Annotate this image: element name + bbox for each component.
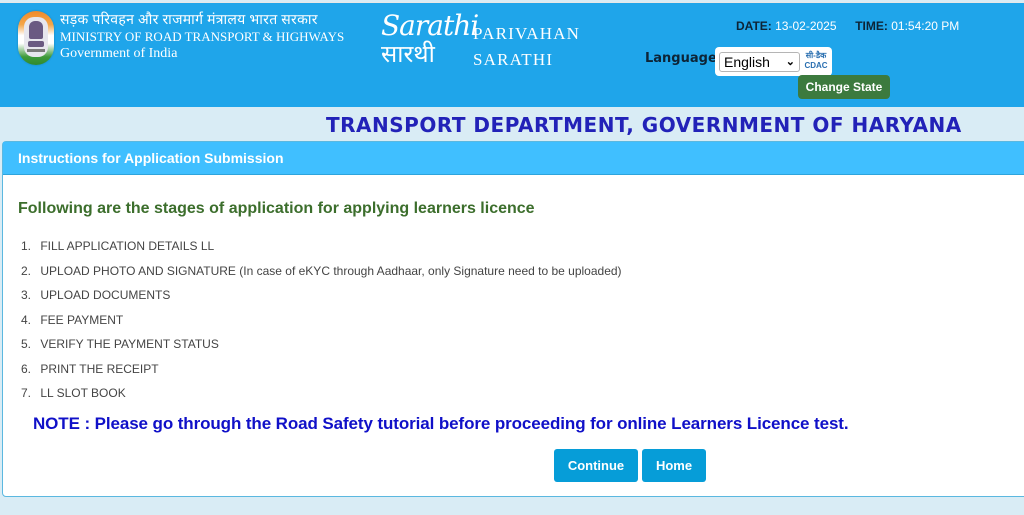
app-name-line1: PARIVAHAN <box>473 24 581 43</box>
stages-title: Following are the stages of application … <box>18 200 535 217</box>
date-time: DATE: 13-02-2025 TIME: 01:54:20 PM <box>736 19 959 33</box>
change-state-button[interactable]: Change State <box>798 75 890 99</box>
stage-item: 1. FILL APPLICATION DETAILS LL <box>21 239 215 253</box>
ministry-hindi: सड़क परिवहन और राजमार्ग मंत्रालय भारत सर… <box>60 13 318 28</box>
ministry-english: MINISTRY OF ROAD TRANSPORT & HIGHWAYS <box>60 29 345 44</box>
language-label: Language: <box>645 51 722 66</box>
home-button[interactable]: Home <box>642 449 706 482</box>
panel-heading: Instructions for Application Submission <box>3 142 1024 175</box>
stage-item: 4. FEE PAYMENT <box>21 312 124 327</box>
sarathi-logo-english: Sarathi <box>381 9 479 42</box>
language-box: English ⌄ सी-डैक CDAC <box>715 47 832 76</box>
time-value: 01:54:20 PM <box>891 19 960 33</box>
cdac-english: CDAC <box>804 61 828 70</box>
app-name: PARIVAHAN SARATHI <box>473 21 580 73</box>
language-select[interactable]: English ⌄ <box>719 52 800 72</box>
chevron-down-icon: ⌄ <box>785 56 795 68</box>
site-header: सड़क परिवहन और राजमार्ग मंत्रालय भारत सर… <box>0 2 1024 107</box>
cdac-logo-icon: सी-डैक CDAC <box>802 51 830 73</box>
ministry-block: सड़क परिवहन और राजमार्ग मंत्रालय भारत सर… <box>60 12 344 63</box>
language-selected: English <box>724 54 770 70</box>
continue-button[interactable]: Continue <box>554 449 638 482</box>
stage-item: 6. PRINT THE RECEIPT <box>21 361 159 376</box>
road-safety-note: NOTE : Please go through the Road Safety… <box>33 414 849 433</box>
sarathi-logo: Sarathi सारथी <box>381 9 479 70</box>
department-title: TRANSPORT DEPARTMENT, GOVERNMENT OF HARY… <box>326 113 962 137</box>
date-label: DATE: <box>736 19 772 33</box>
stage-item: 5. VERIFY THE PAYMENT STATUS <box>21 337 219 351</box>
stage-item: 7. LL SLOT BOOK <box>21 386 126 400</box>
app-name-line2: SARATHI <box>473 50 554 69</box>
government-label: Government of India <box>60 46 178 61</box>
stage-list: 1. FILL APPLICATION DETAILS LL 2. UPLOAD… <box>21 234 622 406</box>
stage-item: 3. UPLOAD DOCUMENTS <box>21 288 171 302</box>
sarathi-logo-hindi: सारथी <box>381 40 435 68</box>
stage-item: 2. UPLOAD PHOTO AND SIGNATURE (In case o… <box>21 263 622 278</box>
date-value: 13-02-2025 <box>775 19 837 33</box>
national-emblem-icon <box>18 11 54 65</box>
time-label: TIME: <box>855 19 888 33</box>
instructions-panel: Instructions for Application Submission … <box>2 141 1024 497</box>
cdac-hindi: सी-डैक <box>805 51 827 60</box>
